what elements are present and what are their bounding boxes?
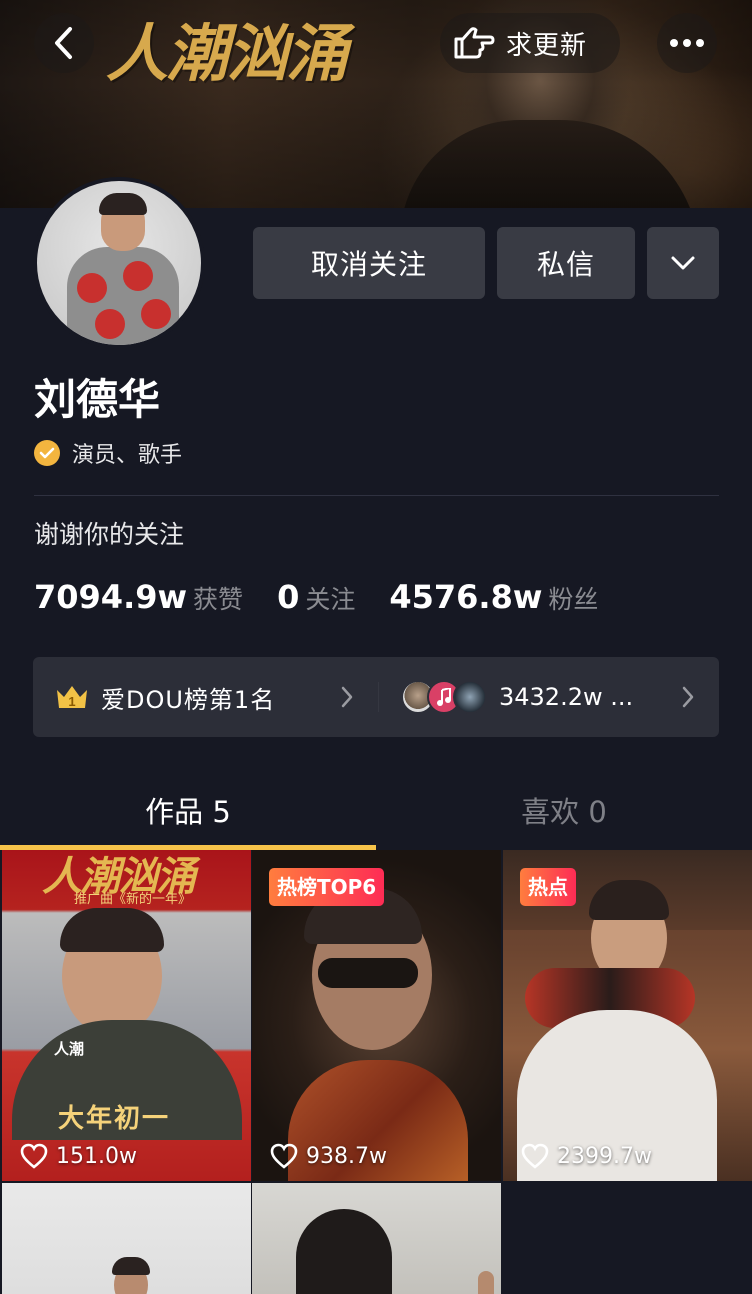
stat-likes-value: 7094.9w bbox=[34, 578, 188, 616]
fan-avatar bbox=[453, 680, 487, 714]
pointing-hand-icon bbox=[454, 27, 495, 59]
profile-name: 刘德华 bbox=[34, 375, 161, 424]
crown-number: 1 bbox=[68, 694, 75, 709]
heart-icon bbox=[521, 1143, 549, 1169]
poster-headline: 大年初一 bbox=[58, 1104, 171, 1134]
poster-badge: 人潮 bbox=[54, 1040, 85, 1058]
like-count-text: 938.7w bbox=[306, 1143, 387, 1169]
more-dots-icon bbox=[670, 39, 704, 47]
video-card[interactable]: 热榜TOP6 938.7w bbox=[252, 850, 501, 1181]
stat-followers[interactable]: 4576.8w 粉丝 bbox=[389, 578, 598, 616]
more-options-button[interactable] bbox=[657, 13, 717, 73]
rank-bar: 1 爱DOU榜第1名 3432.2w ... bbox=[33, 657, 719, 737]
divider bbox=[34, 495, 719, 496]
profile-stats: 7094.9w 获赞 0 关注 4576.8w 粉丝 bbox=[34, 578, 598, 616]
stat-likes-label: 获赞 bbox=[193, 585, 244, 614]
dou-rank-entry[interactable]: 1 爱DOU榜第1名 bbox=[33, 657, 378, 737]
stat-followers-value: 4576.8w bbox=[389, 578, 543, 616]
request-update-label: 求更新 bbox=[506, 30, 588, 61]
video-like-count: 151.0w bbox=[20, 1143, 137, 1169]
heart-icon bbox=[20, 1143, 48, 1169]
dou-rank-text: 爱DOU榜第1名 bbox=[101, 685, 276, 714]
trending-tag: 热点 bbox=[520, 868, 576, 906]
fan-avatars bbox=[401, 680, 487, 714]
profile-bio: 谢谢你的关注 bbox=[34, 520, 185, 549]
tab-works[interactable]: 作品 5 bbox=[0, 770, 376, 850]
tab-likes[interactable]: 喜欢 0 bbox=[376, 770, 752, 850]
chevron-down-icon bbox=[671, 256, 695, 270]
video-card[interactable]: 热点 2399.7w bbox=[503, 850, 752, 1181]
unfollow-button[interactable]: 取消关注 bbox=[253, 227, 485, 299]
hot-rank-tag: 热榜TOP6 bbox=[269, 868, 385, 906]
video-card[interactable] bbox=[2, 1183, 251, 1294]
stat-followers-label: 粉丝 bbox=[548, 585, 599, 614]
banner-movie-title: 人潮汹涌 bbox=[106, 17, 348, 90]
like-count-text: 2399.7w bbox=[557, 1143, 652, 1169]
chevron-right-icon bbox=[341, 686, 353, 708]
crown-icon: 1 bbox=[55, 684, 89, 710]
request-update-button[interactable]: 求更新 bbox=[440, 13, 620, 73]
content-tabs: 作品 5 喜欢 0 bbox=[0, 770, 752, 850]
verified-check-icon bbox=[34, 440, 60, 466]
avatar[interactable] bbox=[33, 177, 205, 349]
expand-recommendations-button[interactable] bbox=[647, 227, 719, 299]
stat-following-label: 关注 bbox=[305, 585, 356, 614]
fan-group-entry[interactable]: 3432.2w ... bbox=[379, 657, 719, 737]
poster-subtitle: 推广曲《新的一年》 bbox=[74, 892, 192, 907]
video-card[interactable]: 人潮汹涌 推广曲《新的一年》 人潮 大年初一 151.0w bbox=[2, 850, 251, 1181]
video-like-count: 938.7w bbox=[270, 1143, 387, 1169]
back-button[interactable] bbox=[34, 13, 94, 73]
chevron-right-icon bbox=[682, 686, 694, 708]
video-card[interactable] bbox=[252, 1183, 501, 1294]
fan-count-text: 3432.2w ... bbox=[499, 683, 634, 711]
stat-following-value: 0 bbox=[277, 578, 300, 616]
message-button[interactable]: 私信 bbox=[497, 227, 635, 299]
verification-row: 演员、歌手 bbox=[34, 437, 182, 469]
heart-icon bbox=[270, 1143, 298, 1169]
video-like-count: 2399.7w bbox=[521, 1143, 652, 1169]
verification-text: 演员、歌手 bbox=[72, 443, 183, 468]
stat-following[interactable]: 0 关注 bbox=[277, 578, 355, 616]
stat-likes[interactable]: 7094.9w 获赞 bbox=[34, 578, 243, 616]
like-count-text: 151.0w bbox=[56, 1143, 137, 1169]
chevron-left-icon bbox=[55, 27, 72, 59]
